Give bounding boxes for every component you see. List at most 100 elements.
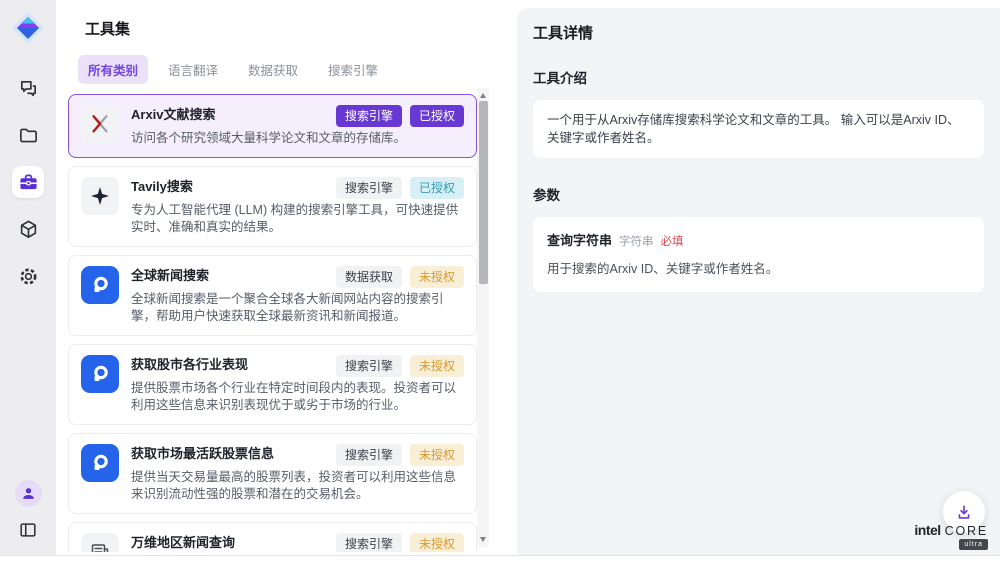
tool-card-header: 获取股市各行业表现 搜索引擎 未授权 <box>131 355 464 377</box>
person-icon <box>20 485 37 502</box>
chat-icon <box>18 78 39 99</box>
tool-card-list: Arxiv文献搜索 搜索引擎 已授权 访问各个研究领域大量科学论文和文章的存储库… <box>68 94 477 552</box>
tool-intro-text: 一个用于从Arxiv存储库搜索科学论文和文章的工具。 输入可以是Arxiv ID… <box>533 100 984 158</box>
tool-title: Tavily搜索 <box>131 177 328 196</box>
tool-badges: 数据获取 未授权 <box>336 266 464 288</box>
tool-icon <box>81 355 119 393</box>
tool-details-panel: 工具详情 工具介绍 一个用于从Arxiv存储库搜索科学论文和文章的工具。 输入可… <box>517 8 1000 555</box>
sidebar-bottom <box>15 480 42 543</box>
tool-card-body: Arxiv文献搜索 搜索引擎 已授权 访问各个研究领域大量科学论文和文章的存储库… <box>131 105 464 147</box>
tool-description: 访问各个研究领域大量科学论文和文章的存储库。 <box>131 130 464 147</box>
auth-status-badge: 未授权 <box>410 444 464 466</box>
tool-description: 提供当天交易量最高的股票列表，投资者可以利用这些信息来识别流动性强的股票和潜在的… <box>131 469 464 503</box>
intel-core-wordmark: intel CORE <box>914 522 988 538</box>
user-avatar[interactable] <box>15 480 42 507</box>
tool-card[interactable]: 获取股市各行业表现 搜索引擎 未授权 提供股票市场各个行业在特定时间段内的表现。… <box>68 344 477 425</box>
intel-core-logo: intel CORE ultra <box>914 522 988 550</box>
folder-icon <box>18 125 39 146</box>
intro-heading: 工具介绍 <box>533 67 984 87</box>
juhe-icon <box>89 452 111 474</box>
ultra-badge: ultra <box>959 539 988 550</box>
required-badge: 必填 <box>661 233 684 249</box>
parameter-header: 查询字符串 字符串 必填 <box>547 230 970 249</box>
category-badge: 搜索引擎 <box>336 177 402 199</box>
sidebar-item-models[interactable] <box>12 213 44 245</box>
tool-badges: 搜索引擎 未授权 <box>336 533 464 552</box>
tool-title: 获取市场最活跃股票信息 <box>131 444 328 463</box>
category-tab-1[interactable]: 语言翻译 <box>158 55 228 84</box>
tool-card-body: 获取股市各行业表现 搜索引擎 未授权 提供股票市场各个行业在特定时间段内的表现。… <box>131 355 464 414</box>
params-heading: 参数 <box>533 184 984 204</box>
auth-status-badge: 已授权 <box>410 177 464 199</box>
tool-card[interactable]: 全球新闻搜索 数据获取 未授权 全球新闻搜索是一个聚合全球各大新闻网站内容的搜索… <box>68 255 477 336</box>
tool-title: 全球新闻搜索 <box>131 266 328 285</box>
tool-card-header: 获取市场最活跃股票信息 搜索引擎 未授权 <box>131 444 464 466</box>
collapse-panel-button[interactable] <box>15 517 41 543</box>
scrollbar[interactable] <box>477 88 489 547</box>
layout-panel-icon <box>18 520 38 540</box>
sidebar-item-tools[interactable] <box>12 166 44 198</box>
page-title: 工具集 <box>85 18 505 39</box>
tool-card[interactable]: 获取市场最活跃股票信息 搜索引擎 未授权 提供当天交易量最高的股票列表，投资者可… <box>68 433 477 514</box>
parameter-type: 字符串 <box>619 233 654 249</box>
category-tab-0[interactable]: 所有类别 <box>78 55 148 84</box>
juhe-icon <box>89 363 111 385</box>
tool-card-body: 全球新闻搜索 数据获取 未授权 全球新闻搜索是一个聚合全球各大新闻网站内容的搜索… <box>131 266 464 325</box>
tool-card-body: 获取市场最活跃股票信息 搜索引擎 未授权 提供当天交易量最高的股票列表，投资者可… <box>131 444 464 503</box>
tool-icon <box>81 105 119 143</box>
tool-icon <box>81 533 119 552</box>
arxiv-icon <box>89 113 111 135</box>
tool-title: 万维地区新闻查询 <box>131 533 328 552</box>
tool-icon <box>81 177 119 215</box>
sidebar-item-settings[interactable] <box>12 260 44 292</box>
auth-status-badge: 未授权 <box>410 533 464 552</box>
tool-icon <box>81 266 119 304</box>
category-badge: 搜索引擎 <box>336 105 402 127</box>
cube-icon <box>18 219 39 240</box>
sidebar <box>0 0 56 555</box>
toolbox-icon <box>18 172 39 193</box>
tavily-star-icon <box>89 185 111 207</box>
sidebar-nav <box>12 72 44 292</box>
juhe-icon <box>89 274 111 296</box>
app-logo-icon[interactable] <box>8 8 48 48</box>
auth-status-badge: 已授权 <box>410 105 464 127</box>
tool-badges: 搜索引擎 未授权 <box>336 355 464 377</box>
newspaper-icon <box>89 541 111 552</box>
tool-badges: 搜索引擎 已授权 <box>336 177 464 199</box>
scroll-up-icon[interactable] <box>480 93 486 98</box>
category-badge: 数据获取 <box>336 266 402 288</box>
category-tab-3[interactable]: 搜索引擎 <box>318 55 388 84</box>
tool-card-body: Tavily搜索 搜索引擎 已授权 专为人工智能代理 (LLM) 构建的搜索引擎… <box>131 177 464 236</box>
category-badge: 搜索引擎 <box>336 444 402 466</box>
category-tab-2[interactable]: 数据获取 <box>238 55 308 84</box>
tool-card[interactable]: Tavily搜索 搜索引擎 已授权 专为人工智能代理 (LLM) 构建的搜索引擎… <box>68 166 477 247</box>
category-badge: 搜索引擎 <box>336 533 402 552</box>
parameter-name: 查询字符串 <box>547 230 612 249</box>
parameter-card: 查询字符串 字符串 必填 用于搜索的Arxiv ID、关键字或作者姓名。 <box>533 217 984 292</box>
auth-status-badge: 未授权 <box>410 266 464 288</box>
tool-title: 获取股市各行业表现 <box>131 355 328 374</box>
scroll-down-icon[interactable] <box>480 537 486 542</box>
parameter-description: 用于搜索的Arxiv ID、关键字或作者姓名。 <box>547 258 970 277</box>
gear-icon <box>18 266 39 287</box>
details-title: 工具详情 <box>533 22 984 43</box>
sidebar-item-files[interactable] <box>12 119 44 151</box>
tool-card[interactable]: 万维地区新闻查询 搜索引擎 未授权 查询具体行政区划内的新闻，快速了解各地新闻动… <box>68 522 477 552</box>
tool-badges: 搜索引擎 未授权 <box>336 444 464 466</box>
tool-description: 提供股票市场各个行业在特定时间段内的表现。投资者可以利用这些信息来识别表现优于或… <box>131 380 464 414</box>
core-text: CORE <box>945 524 988 538</box>
tool-card-header: Arxiv文献搜索 搜索引擎 已授权 <box>131 105 464 127</box>
category-badge: 搜索引擎 <box>336 355 402 377</box>
scrollbar-thumb[interactable] <box>479 101 488 284</box>
sidebar-item-chat[interactable] <box>12 72 44 104</box>
tool-card[interactable]: Arxiv文献搜索 搜索引擎 已授权 访问各个研究领域大量科学论文和文章的存储库… <box>68 94 477 158</box>
tool-card-header: 万维地区新闻查询 搜索引擎 未授权 <box>131 533 464 552</box>
tool-icon <box>81 444 119 482</box>
tool-badges: 搜索引擎 已授权 <box>336 105 464 127</box>
tool-title: Arxiv文献搜索 <box>131 105 328 124</box>
tool-card-body: 万维地区新闻查询 搜索引擎 未授权 查询具体行政区划内的新闻，快速了解各地新闻动… <box>131 533 464 552</box>
tool-card-header: 全球新闻搜索 数据获取 未授权 <box>131 266 464 288</box>
auth-status-badge: 未授权 <box>410 355 464 377</box>
app-window: 工具集 所有类别语言翻译数据获取搜索引擎 Arxiv文献搜索 搜索引擎 已授权 … <box>0 0 1000 556</box>
